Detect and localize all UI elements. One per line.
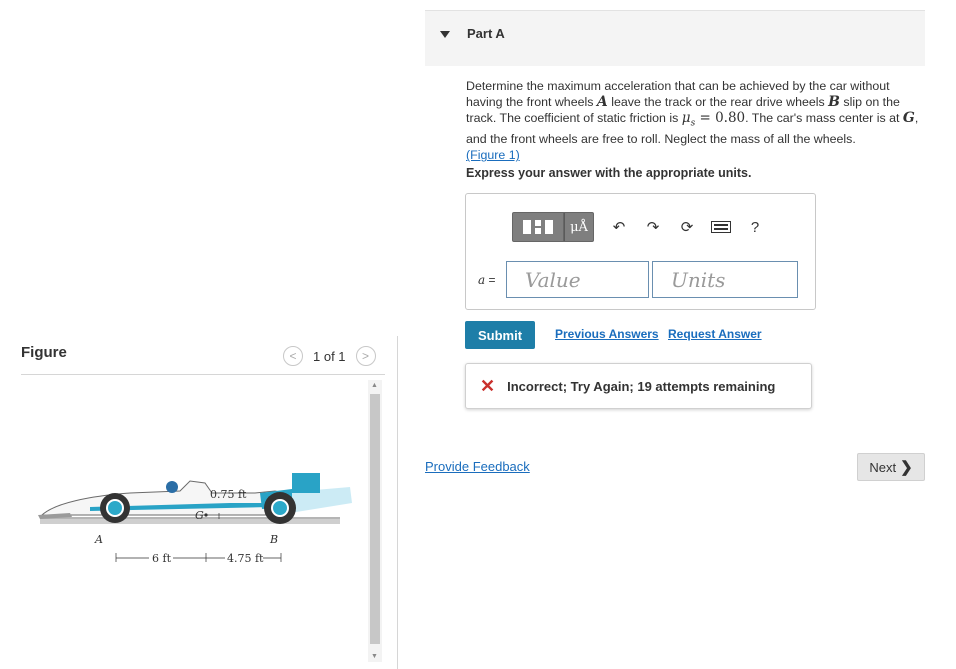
express-instruction: Express your answer with the appropriate… [466, 166, 752, 180]
answer-box: μÅ ↶ ↷ ⟳ ? a = Value Units [465, 193, 816, 310]
mu-symbol: μ [681, 110, 691, 126]
label-A: A [94, 533, 103, 546]
units-input[interactable]: Units [652, 261, 798, 298]
label-G: G [195, 509, 204, 522]
scroll-thumb[interactable] [370, 394, 380, 644]
front-wheel-rim [106, 499, 124, 517]
answer-equals: = [485, 272, 496, 287]
chevron-right-icon: ❯ [900, 459, 913, 476]
figure-title: Figure [21, 344, 67, 361]
driver-helmet [166, 481, 178, 493]
error-x-icon: ✕ [480, 375, 496, 396]
math-toolbar: μÅ ↶ ↷ ⟳ ? [512, 212, 770, 242]
var-A: A [596, 94, 608, 110]
question-text-4: . The car's mass center is at [745, 111, 903, 125]
feedback-box: ✕ Incorrect; Try Again; 19 attempts rema… [465, 363, 812, 409]
scroll-down-icon[interactable]: ▼ [371, 653, 378, 660]
figure-link[interactable]: (Figure 1) [466, 148, 520, 162]
keyboard-icon[interactable] [706, 212, 736, 242]
value-input[interactable]: Value [506, 261, 649, 298]
label-right-dim: 4.75 ft [227, 552, 264, 565]
previous-answers-link[interactable]: Previous Answers [555, 327, 659, 341]
scroll-up-icon[interactable]: ▲ [371, 382, 378, 389]
label-height: 0.75 ft [210, 488, 247, 501]
next-label: Next [869, 459, 897, 475]
panel-divider [397, 336, 398, 669]
figure-pager: < 1 of 1 > [283, 346, 376, 366]
pager-next-button[interactable]: > [355, 346, 376, 366]
provide-feedback-link[interactable]: Provide Feedback [425, 459, 530, 474]
question-text-2: leave the track or the rear drive wheels [607, 95, 829, 109]
track-top [40, 517, 340, 519]
part-title: Part A [467, 26, 505, 41]
part-header[interactable]: Part A [425, 10, 925, 66]
next-button[interactable]: Next ❯ [857, 453, 925, 481]
label-left-dim: 6 ft [152, 552, 172, 565]
undo-icon[interactable]: ↶ [604, 212, 634, 242]
car-body [40, 480, 289, 516]
label-B: B [269, 533, 278, 546]
mass-center-dot [204, 513, 208, 517]
reset-icon[interactable]: ⟳ [672, 212, 702, 242]
var-B: B [828, 94, 840, 110]
request-answer-link[interactable]: Request Answer [668, 327, 762, 341]
submit-button[interactable]: Submit [465, 321, 535, 349]
mu-angstrom-icon: μÅ [570, 219, 588, 235]
keyboard-glyph [711, 221, 731, 233]
template-group: μÅ [512, 212, 594, 242]
pager-prev-button[interactable]: < [283, 346, 303, 366]
rear-wheel-rim [271, 499, 289, 517]
mu-value: = 0.80 [695, 110, 746, 126]
var-G: G [902, 110, 915, 126]
page: Figure < 1 of 1 > G 0.75 ft A B 6 ft 4.7… [0, 0, 956, 669]
question-text: Determine the maximum acceleration that … [466, 78, 926, 163]
answer-label: a = [478, 273, 506, 287]
templates-button[interactable] [512, 212, 564, 242]
feedback-message: Incorrect; Try Again; 19 attempts remain… [507, 378, 776, 394]
figure-divider [21, 374, 385, 375]
figure-scrollbar[interactable]: ▲ ▼ [368, 380, 382, 662]
redo-icon[interactable]: ↷ [638, 212, 668, 242]
symbols-button[interactable]: μÅ [564, 212, 594, 242]
answer-input-row: a = Value Units [478, 261, 798, 298]
caret-down-icon[interactable] [440, 31, 450, 38]
templates-icon [523, 220, 553, 234]
rear-wing [292, 473, 320, 493]
pager-count: 1 of 1 [313, 348, 346, 364]
help-icon[interactable]: ? [740, 212, 770, 242]
race-car-figure: G 0.75 ft A B 6 ft 4.75 ft [38, 473, 352, 565]
